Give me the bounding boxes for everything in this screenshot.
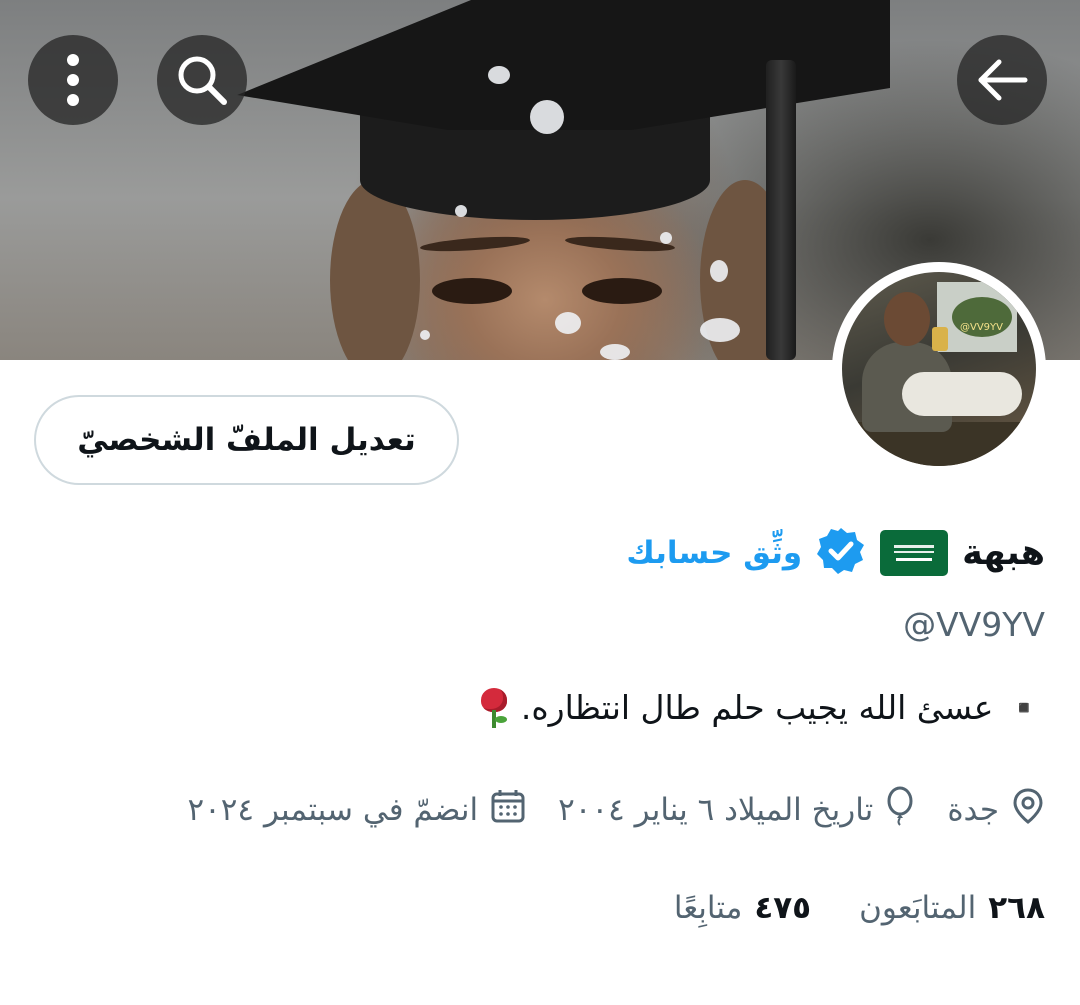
bio: ▪️ عسئ الله يجيب حلم طال انتظاره. [477, 688, 1045, 728]
arrow-left-icon [975, 58, 1029, 102]
banner-photo-part [660, 232, 672, 244]
following-label: المتابَعون [859, 890, 977, 926]
location-text: جدة [947, 792, 999, 828]
more-button[interactable] [28, 35, 118, 125]
profile-meta: جدة تاريخ الميلاد ٦ يناير ٢٠٠٤ انضمّ في … [187, 785, 1045, 835]
banner-photo-part [530, 100, 564, 134]
bio-text: ▪️ عسئ الله يجيب حلم طال انتظاره. [520, 688, 1045, 727]
location-pin-icon [1011, 787, 1045, 833]
location-item: جدة [947, 787, 1045, 833]
display-name: هبهة [962, 533, 1045, 573]
banner-photo-part [455, 205, 467, 217]
saudi-flag-icon [880, 530, 949, 576]
profile-avatar[interactable]: @VV9YV [832, 262, 1046, 476]
banner-photo-part [420, 330, 430, 340]
banner-photo-part [564, 234, 676, 254]
following-count: ٢٦٨ [988, 890, 1045, 926]
banner-photo-part [710, 260, 728, 282]
name-row: هبهة وثِّق حسابك [626, 520, 1045, 586]
avatar-photo-part [902, 372, 1022, 416]
joined-item: انضمّ في سبتمبر ٢٠٢٤ [187, 788, 526, 832]
search-button[interactable] [157, 35, 247, 125]
user-handle: @VV9YV [903, 605, 1045, 644]
birthday-text: تاريخ الميلاد ٦ يناير ٢٠٠٤ [558, 792, 874, 828]
followers-stat[interactable]: ٤٧٥ متابِعًا [674, 890, 811, 926]
banner-photo-part [600, 344, 630, 360]
banner-photo-part [582, 278, 662, 304]
back-button[interactable] [957, 35, 1047, 125]
verified-badge-icon[interactable] [816, 526, 866, 580]
followers-label: متابِعًا [673, 890, 743, 926]
banner-photo-part [555, 312, 581, 334]
followers-count: ٤٧٥ [754, 890, 812, 926]
avatar-photo-part [884, 292, 930, 346]
joined-text: انضمّ في سبتمبر ٢٠٢٤ [187, 792, 479, 828]
rose-icon [477, 688, 511, 728]
banner-photo-part [488, 66, 510, 84]
birthday-item: تاريخ الميلاد ٦ يناير ٢٠٠٤ [558, 786, 915, 834]
following-stat[interactable]: ٢٦٨ المتابَعون [859, 890, 1045, 926]
avatar-image: @VV9YV [842, 272, 1036, 466]
banner-photo-part [419, 234, 531, 254]
calendar-icon [490, 788, 526, 832]
banner-photo-part [766, 60, 796, 360]
banner-photo-part [432, 278, 512, 304]
avatar-overlay-text: @VV9YV [960, 322, 1003, 333]
search-icon [174, 52, 230, 108]
edit-profile-button[interactable]: تعديل الملفّ الشخصيّ [34, 395, 459, 485]
verify-account-link[interactable]: وثِّق حسابك [626, 535, 802, 571]
follow-stats: ٢٦٨ المتابَعون ٤٧٥ متابِعًا [674, 880, 1045, 936]
avatar-photo-part [932, 327, 948, 351]
banner-photo-part [700, 318, 740, 342]
more-vertical-icon [63, 53, 83, 107]
balloon-icon [885, 786, 915, 834]
